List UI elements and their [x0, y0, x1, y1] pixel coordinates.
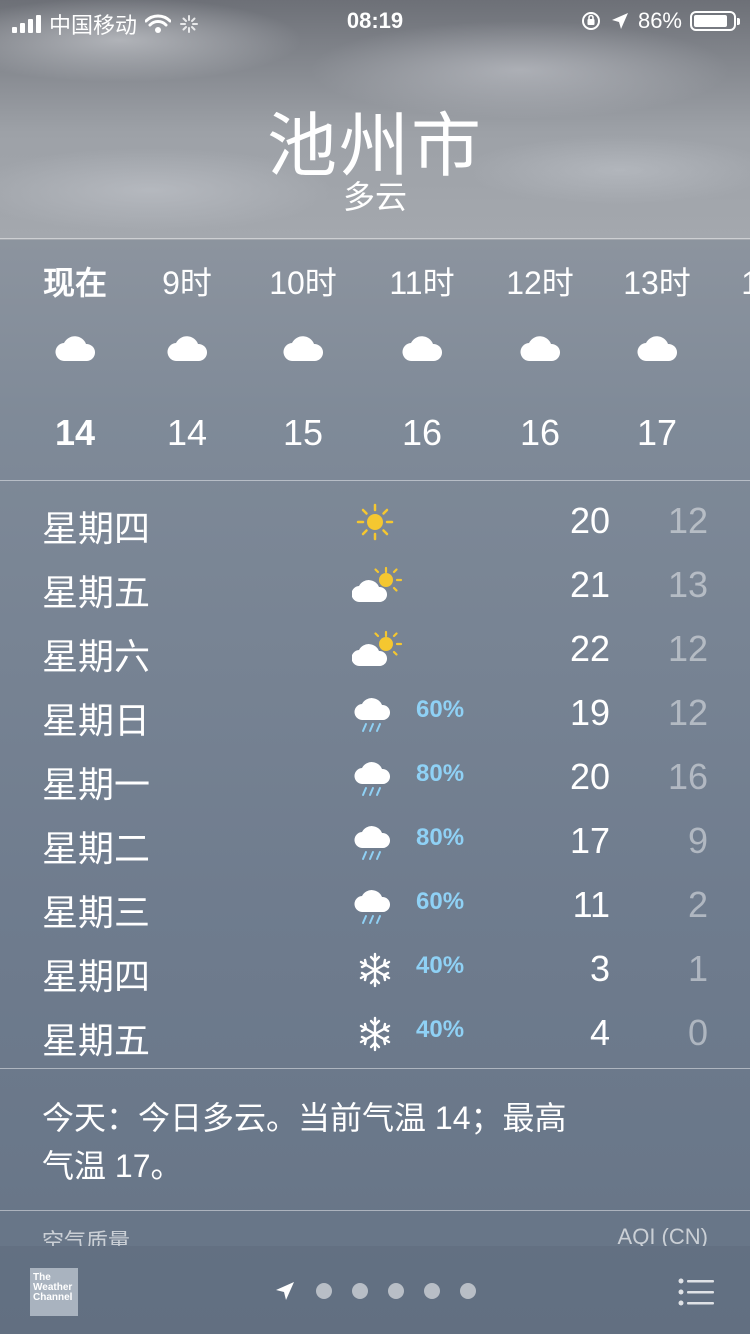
precip-chance: 40% — [416, 1016, 465, 1043]
daily-forecast: 星期四 20 12 星期五 21 13 星期六 22 12 星期日 60% 19 12 星期一 80% 20 1… — [0, 490, 750, 1066]
daily-row: 星期五 21 13 — [0, 554, 750, 618]
hour-temp: 16 — [401, 412, 443, 453]
high-temp: 22 — [569, 628, 610, 669]
cloud-icon — [283, 336, 325, 362]
day-name: 星期三 — [42, 892, 151, 933]
day-name: 星期四 — [42, 508, 151, 549]
rain-icon — [352, 694, 398, 734]
low-temp: 12 — [667, 500, 708, 541]
page-dot[interactable] — [388, 1283, 404, 1299]
divider — [0, 238, 750, 239]
high-temp: 20 — [569, 756, 610, 797]
daily-row: 星期三 60% 11 2 — [0, 874, 750, 938]
low-temp: 16 — [667, 756, 708, 797]
hour-temp: 15 — [282, 412, 324, 453]
air-quality-row: 空气质量 AQI (CN) — [0, 1224, 750, 1246]
weather-channel-logo[interactable]: The Weather Channel — [30, 1268, 78, 1316]
today-summary: 今天：今日多云。当前气温 14；最高 气温 17。 — [42, 1094, 642, 1190]
page-dot[interactable] — [460, 1283, 476, 1299]
daily-row: 星期一 80% 20 16 — [0, 746, 750, 810]
bottom-toolbar: The Weather Channel — [0, 1246, 750, 1334]
hour-label: 10时 — [269, 265, 337, 301]
cloud-icon — [55, 336, 97, 362]
day-name: 星期四 — [42, 956, 151, 997]
hourly-forecast[interactable]: 现在 14 9时 14 10时 15 11时 16 12时 16 13时 17 14时 — [0, 240, 750, 480]
precip-chance: 40% — [416, 952, 465, 979]
battery-percent: 86% — [637, 8, 682, 33]
cloud-icon — [402, 336, 444, 362]
sun-icon — [352, 502, 398, 542]
high-temp: 4 — [589, 1012, 610, 1053]
summary-line: 气温 17。 — [42, 1148, 183, 1184]
divider — [0, 1068, 750, 1069]
daily-row: 星期日 60% 19 12 — [0, 682, 750, 746]
daily-row: 星期五 40% 4 0 — [0, 1002, 750, 1066]
high-temp: 20 — [569, 500, 610, 541]
city-list-icon[interactable] — [678, 1278, 714, 1306]
high-temp: 19 — [569, 692, 610, 733]
precip-chance: 60% — [416, 888, 465, 915]
precip-chance: 80% — [416, 824, 465, 851]
low-temp: 0 — [687, 1012, 708, 1053]
hour-label: 13时 — [623, 265, 691, 301]
hour-temp: 16 — [519, 412, 561, 453]
precip-chance: 60% — [416, 696, 465, 723]
aqi-scale-label: AQI (CN) — [617, 1224, 708, 1246]
low-temp: 2 — [687, 884, 708, 925]
partly-cloudy-icon — [351, 630, 403, 670]
divider — [0, 480, 750, 481]
page-dot[interactable] — [352, 1283, 368, 1299]
hour-label: 11时 — [389, 265, 455, 301]
current-location-arrow-icon[interactable] — [274, 1280, 296, 1302]
snow-icon — [352, 1014, 398, 1054]
precip-chance: 80% — [416, 760, 465, 787]
daily-row: 星期六 22 12 — [0, 618, 750, 682]
cloud-icon — [637, 336, 679, 362]
divider — [0, 1210, 750, 1211]
day-name: 星期二 — [42, 828, 151, 869]
low-temp: 1 — [687, 948, 708, 989]
high-temp: 3 — [589, 948, 610, 989]
rotation-lock-icon — [581, 12, 600, 30]
cloud-icon — [520, 336, 562, 362]
rain-icon — [352, 822, 398, 862]
hour-temp: 14 — [166, 412, 208, 453]
rain-icon — [352, 886, 398, 926]
day-name: 星期日 — [42, 700, 151, 741]
location-arrow-icon — [611, 13, 628, 29]
hour-temp: 17 — [636, 412, 678, 453]
high-temp: 17 — [569, 820, 610, 861]
low-temp: 12 — [667, 628, 708, 669]
air-quality-label: 空气质量 — [42, 1229, 131, 1246]
day-name: 星期六 — [42, 636, 151, 677]
page-indicator[interactable] — [274, 1280, 476, 1302]
battery-icon — [690, 11, 740, 31]
current-condition: 多云 — [342, 179, 407, 215]
high-temp: 21 — [569, 564, 610, 605]
hour-label: 9时 — [162, 265, 212, 301]
day-name: 星期五 — [42, 1020, 151, 1061]
day-name: 星期一 — [42, 764, 151, 805]
page-dot[interactable] — [424, 1283, 440, 1299]
partly-cloudy-icon — [351, 566, 403, 606]
day-name: 星期五 — [42, 572, 151, 613]
cloud-icon — [167, 336, 209, 362]
rain-icon — [352, 758, 398, 798]
daily-row: 星期二 80% 17 9 — [0, 810, 750, 874]
snow-icon — [352, 950, 398, 990]
low-temp: 12 — [667, 692, 708, 733]
daily-row: 星期四 40% 3 1 — [0, 938, 750, 1002]
hour-temp: 14 — [54, 412, 96, 453]
hour-label: 14时 — [716, 258, 750, 304]
high-temp: 11 — [572, 884, 610, 925]
daily-row: 星期四 20 12 — [0, 490, 750, 554]
low-temp: 9 — [687, 820, 708, 861]
hour-label: 现在 — [42, 265, 107, 301]
summary-line: 今天：今日多云。当前气温 14；最高 — [42, 1100, 567, 1136]
page-dot[interactable] — [316, 1283, 332, 1299]
status-bar: 中国移动 08:19 86% — [0, 0, 750, 40]
hour-label: 12时 — [506, 265, 574, 301]
low-temp: 13 — [667, 564, 708, 605]
